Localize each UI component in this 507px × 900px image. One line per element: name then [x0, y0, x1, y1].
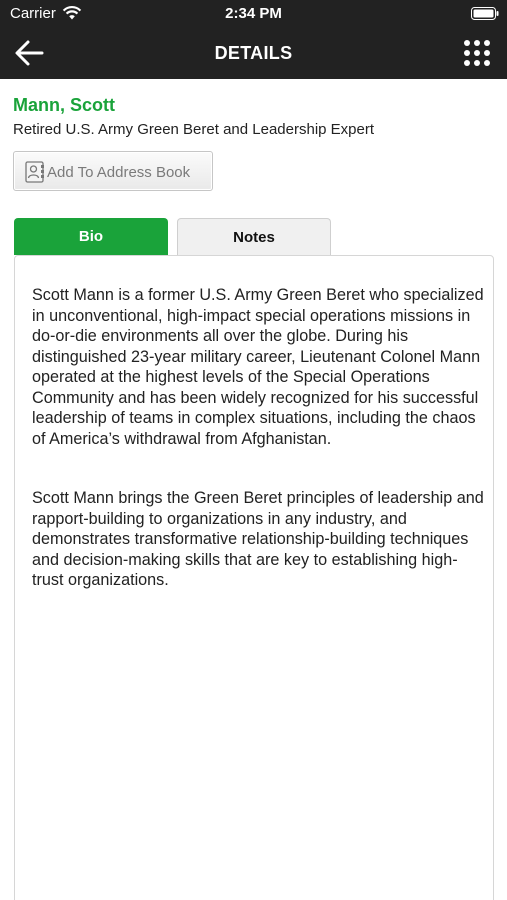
- grid-menu-icon[interactable]: [463, 39, 491, 67]
- status-time: 2:34 PM: [225, 5, 282, 22]
- address-book-icon: [25, 161, 44, 183]
- battery-icon: [471, 7, 499, 20]
- tab-bio[interactable]: Bio: [14, 218, 168, 255]
- add-to-address-book-button[interactable]: Add To Address Book: [13, 151, 213, 191]
- contact-name: Mann, Scott: [13, 95, 115, 115]
- bio-panel: Scott Mann is a former U.S. Army Green B…: [14, 255, 494, 900]
- top-bar: Carrier 2:34 PM DETAILS: [0, 0, 507, 79]
- page-title: DETAILS: [214, 43, 293, 63]
- add-to-address-book-label: Add To Address Book: [47, 164, 191, 181]
- contact-title: Retired U.S. Army Green Beret and Leader…: [13, 121, 375, 138]
- bio-paragraph: Scott Mann brings the Green Beret princi…: [32, 489, 484, 589]
- status-bar: Carrier 2:34 PM: [0, 0, 507, 28]
- bio-paragraph: Scott Mann is a former U.S. Army Green B…: [32, 286, 484, 448]
- tab-notes[interactable]: Notes: [177, 218, 331, 255]
